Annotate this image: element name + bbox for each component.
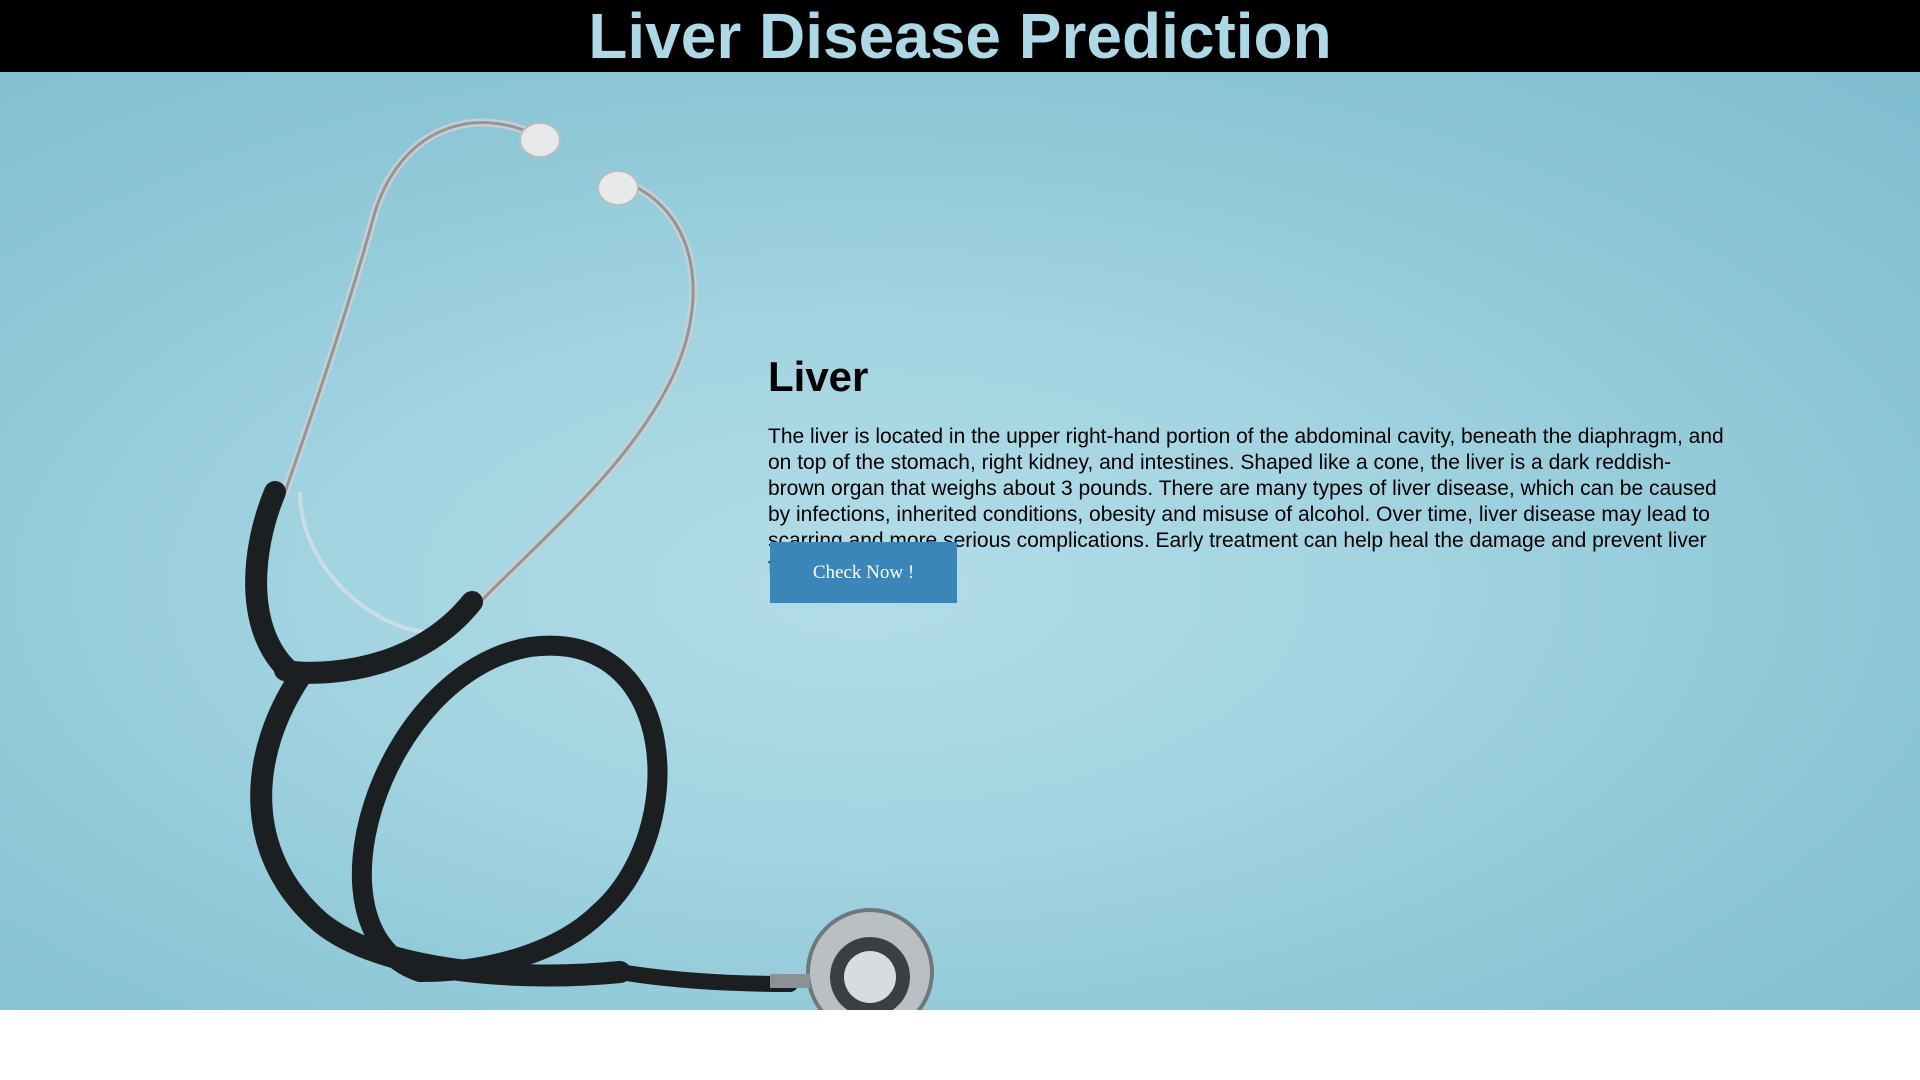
section-heading: Liver <box>768 353 869 400</box>
hero-section: Liver The liver is located in the upper … <box>0 72 1920 1010</box>
check-now-button[interactable]: Check Now ! <box>770 542 957 603</box>
page-title: Liver Disease Prediction <box>588 0 1332 72</box>
header-bar: Liver Disease Prediction <box>0 0 1920 72</box>
